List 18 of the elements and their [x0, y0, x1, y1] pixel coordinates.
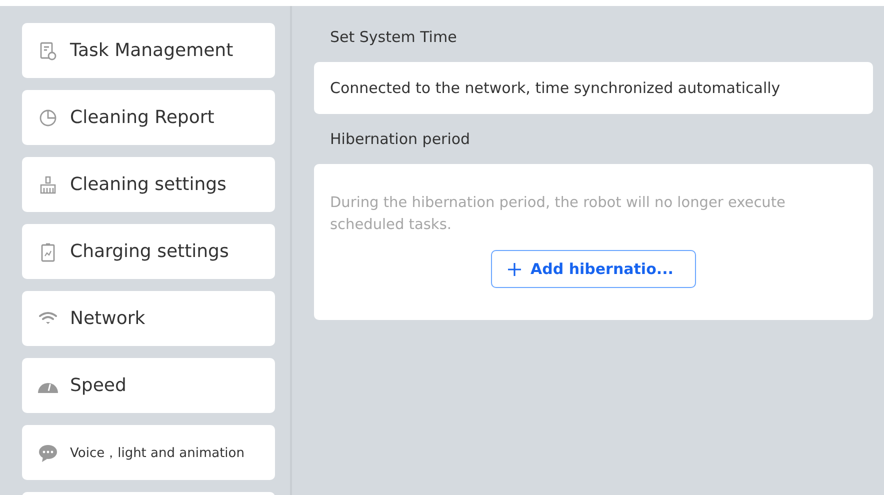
section-title: Hibernation period: [330, 130, 472, 150]
gauge-icon: [38, 382, 58, 392]
sidebar-item[interactable]: Cleaning Report: [22, 90, 275, 145]
sidebar-item[interactable]: Cleaning settings: [22, 157, 275, 212]
sidebar-item[interactable]: Voice，light and animation: [22, 425, 275, 480]
pie-chart-icon: [38, 108, 58, 128]
info-card: Connected to the network, time synchronized automatically: [314, 62, 873, 114]
chat-bubble-icon: [38, 442, 58, 462]
description-text: During the hibernation period, the robot will no longer execute scheduled tasks.: [330, 194, 786, 235]
document-clock-icon: [38, 40, 58, 60]
sidebar-item[interactable]: Network: [22, 291, 275, 346]
sidebar-item[interactable]: Task Management: [22, 23, 275, 78]
add-button[interactable]: Add hibernatio...: [490, 250, 696, 288]
section-title: Set System Time: [330, 28, 458, 48]
brush-icon: [38, 174, 58, 194]
plus-icon: [508, 262, 521, 276]
sidebar-item[interactable]: Charging settings: [22, 224, 275, 279]
sidebar-item[interactable]: Speed: [22, 358, 275, 413]
